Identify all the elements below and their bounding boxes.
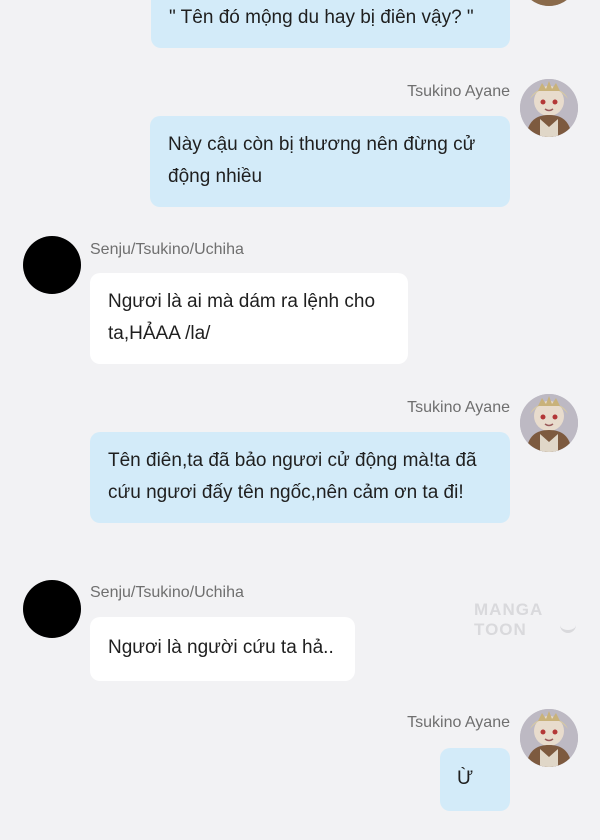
sender-name: Tsukino Ayane (407, 83, 510, 100)
message-bubble-right[interactable]: Ừ (440, 748, 510, 811)
black-circle-avatar-icon[interactable] (23, 580, 81, 638)
chat-thread[interactable]: " Tên đó mộng du hay bị điên vậy? " Tsuk… (0, 0, 600, 840)
anime-girl-avatar-icon[interactable] (520, 709, 578, 767)
sender-name: Senju/Tsukino/Uchiha (90, 584, 244, 601)
message-bubble-right[interactable]: Này cậu còn bị thương nên đừng cử động n… (150, 116, 510, 207)
message-bubble-right[interactable]: Tên điên,ta đã bảo ngươi cử động mà!ta đ… (90, 432, 510, 523)
anime-girl-avatar-icon[interactable] (520, 394, 578, 452)
anime-girl-avatar-icon[interactable] (520, 79, 578, 137)
black-circle-avatar-icon[interactable] (23, 236, 81, 294)
anime-girl-avatar-icon[interactable] (520, 0, 578, 6)
sender-name: Tsukino Ayane (407, 714, 510, 731)
message-bubble-right[interactable]: " Tên đó mộng du hay bị điên vậy? " (151, 0, 510, 48)
message-bubble-left[interactable]: Ngươi là người cứu ta hả.. (90, 617, 355, 681)
sender-name: Tsukino Ayane (407, 399, 510, 416)
sender-name: Senju/Tsukino/Uchiha (90, 241, 244, 258)
watermark: MANGA TOON (474, 600, 543, 639)
message-bubble-left[interactable]: Ngươi là ai mà dám ra lệnh cho ta,HẢAA /… (90, 273, 408, 364)
